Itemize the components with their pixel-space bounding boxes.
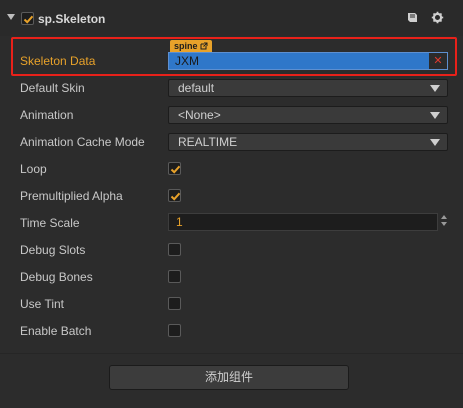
time-scale-label: Time Scale <box>20 216 80 230</box>
chevron-down-icon <box>430 85 440 92</box>
add-component-button[interactable]: 添加组件 <box>109 365 349 390</box>
time-scale-stepper[interactable] <box>439 213 448 231</box>
debug-bones-checkbox[interactable] <box>168 270 181 283</box>
gear-icon[interactable] <box>431 11 444 27</box>
component-header: sp.Skeleton <box>0 0 463 36</box>
animation-select[interactable]: <None> <box>168 106 448 124</box>
default-skin-value: default <box>178 81 215 95</box>
stepper-down-icon[interactable] <box>440 222 447 226</box>
stepper-up-icon[interactable] <box>440 215 447 219</box>
divider <box>0 353 463 354</box>
animation-cache-mode-select[interactable]: REALTIME <box>168 133 448 151</box>
animation-value: <None> <box>178 108 221 122</box>
premultiplied-alpha-label: Premultiplied Alpha <box>20 189 123 203</box>
loop-label: Loop <box>20 162 47 176</box>
premultiplied-alpha-checkbox[interactable] <box>168 189 181 202</box>
animation-label: Animation <box>20 108 74 122</box>
asset-type-tag[interactable]: spine <box>170 40 213 52</box>
time-scale-input[interactable]: 1 <box>168 213 438 231</box>
skeleton-data-field[interactable]: JXM ✕ <box>168 52 448 70</box>
inspector-panel: sp.Skeleton Skeleton Data spine JXM ✕ De… <box>0 0 463 408</box>
collapse-arrow-icon[interactable] <box>7 14 15 20</box>
chevron-down-icon <box>430 112 440 119</box>
animation-cache-mode-label: Animation Cache Mode <box>20 135 145 149</box>
default-skin-select[interactable]: default <box>168 79 448 97</box>
debug-slots-checkbox[interactable] <box>168 243 181 256</box>
debug-bones-label: Debug Bones <box>20 270 93 284</box>
book-icon[interactable] <box>406 11 419 27</box>
component-title: sp.Skeleton <box>38 12 106 26</box>
enable-batch-label: Enable Batch <box>20 324 92 338</box>
external-link-icon <box>200 42 208 50</box>
chevron-down-icon <box>430 139 440 146</box>
default-skin-label: Default Skin <box>20 81 85 95</box>
loop-checkbox[interactable] <box>168 162 181 175</box>
use-tint-label: Use Tint <box>20 297 65 311</box>
skeleton-data-label: Skeleton Data <box>20 54 96 68</box>
enable-batch-checkbox[interactable] <box>168 324 181 337</box>
asset-type-text: spine <box>174 41 198 51</box>
animation-cache-mode-value: REALTIME <box>178 135 238 149</box>
use-tint-checkbox[interactable] <box>168 297 181 310</box>
debug-slots-label: Debug Slots <box>20 243 86 257</box>
skeleton-data-value: JXM <box>175 54 199 68</box>
time-scale-value: 1 <box>176 215 183 229</box>
x-icon[interactable]: ✕ <box>429 53 447 69</box>
component-enabled-checkbox[interactable] <box>21 12 34 25</box>
